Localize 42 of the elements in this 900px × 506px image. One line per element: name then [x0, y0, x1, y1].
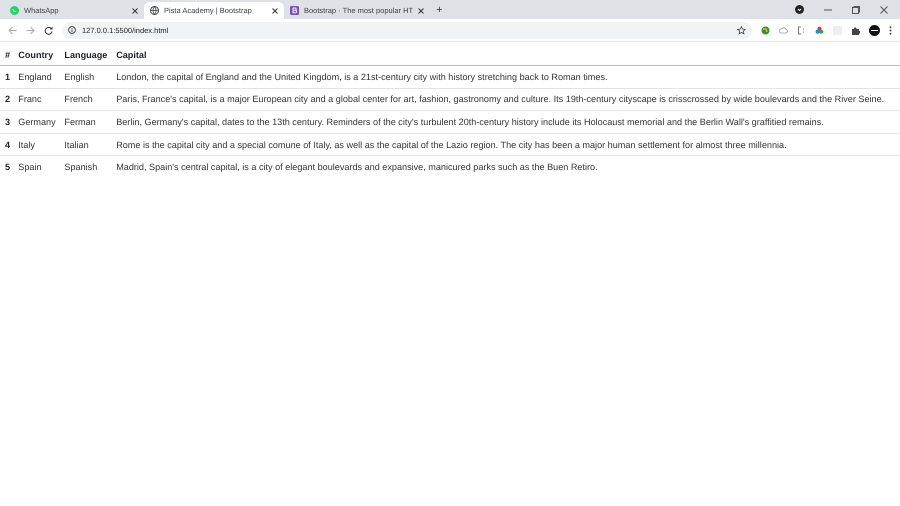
column-header: Country — [13, 45, 60, 66]
table-cell: Ferman — [59, 110, 112, 134]
reload-icon[interactable] — [44, 26, 53, 34]
table-cell: Franc — [13, 88, 60, 111]
row-number: 1 — [0, 66, 14, 88]
column-header: # — [0, 45, 14, 66]
puzzle-piece-icon[interactable] — [851, 26, 860, 34]
maximize-icon[interactable] — [852, 6, 860, 14]
table-cell: Spanish — [59, 156, 112, 178]
table-cell: England — [13, 66, 60, 88]
bootstrap-b-icon — [290, 6, 299, 15]
table-cell: Madrid, Spain's central capital, is a city of elegant boulevards and expansive, manicured parks such as the Buen Retiro. — [111, 156, 900, 178]
table-cell: Berlin, Germany's capital, dates to the 13th century. Reminders of the city's turbulent 20th-century history include its Holocaust memorial and the Berlin Wall's graffitied remains. — [111, 110, 900, 134]
table-cell: London, the capital of England and the United Kingdom, is a 21st-century city with history stretching back to Roman times. — [111, 66, 900, 88]
column-header: Capital — [111, 45, 900, 66]
more-menu-icon[interactable] — [889, 26, 892, 34]
column-header: Language — [59, 45, 112, 66]
row-number: 4 — [0, 133, 14, 156]
close-icon[interactable] — [418, 8, 424, 14]
table-cell: Rome is the capital city and a special comune of Italy, as well as the capital of the Lazio region. The city has been a major human settlement for almost three millennia. — [111, 133, 900, 156]
new-tab-button[interactable]: + — [430, 4, 449, 16]
row-number: 2 — [0, 88, 14, 111]
chat-bubble-icon — [10, 6, 19, 15]
profile-avatar-icon[interactable] — [869, 24, 880, 36]
info-icon — [68, 26, 76, 34]
close-icon[interactable] — [880, 6, 888, 14]
table-cell: Italian — [59, 133, 112, 156]
color-wheel-icon[interactable] — [815, 26, 824, 34]
row-number: 5 — [0, 156, 14, 178]
table-cell: Italy — [13, 133, 60, 156]
close-icon[interactable] — [272, 8, 278, 14]
table-cell: Germany — [13, 110, 60, 134]
tab-search-icon[interactable] — [795, 5, 804, 14]
row-number: 3 — [0, 110, 14, 134]
cloud-icon[interactable] — [779, 26, 788, 34]
bracket-icon[interactable] — [797, 26, 806, 34]
table-cell: French — [59, 88, 112, 111]
close-icon[interactable] — [132, 8, 138, 14]
star-icon[interactable] — [737, 26, 746, 34]
table-cell: Paris, France's capital, is a major European city and a global center for art, fashion, gastronomy and culture. Its 19th-century cityscape is crisscrossed by wide boulevards and the River Seine. — [111, 88, 900, 111]
table-cell: Spain — [13, 156, 60, 178]
table-cell: English — [59, 66, 112, 88]
